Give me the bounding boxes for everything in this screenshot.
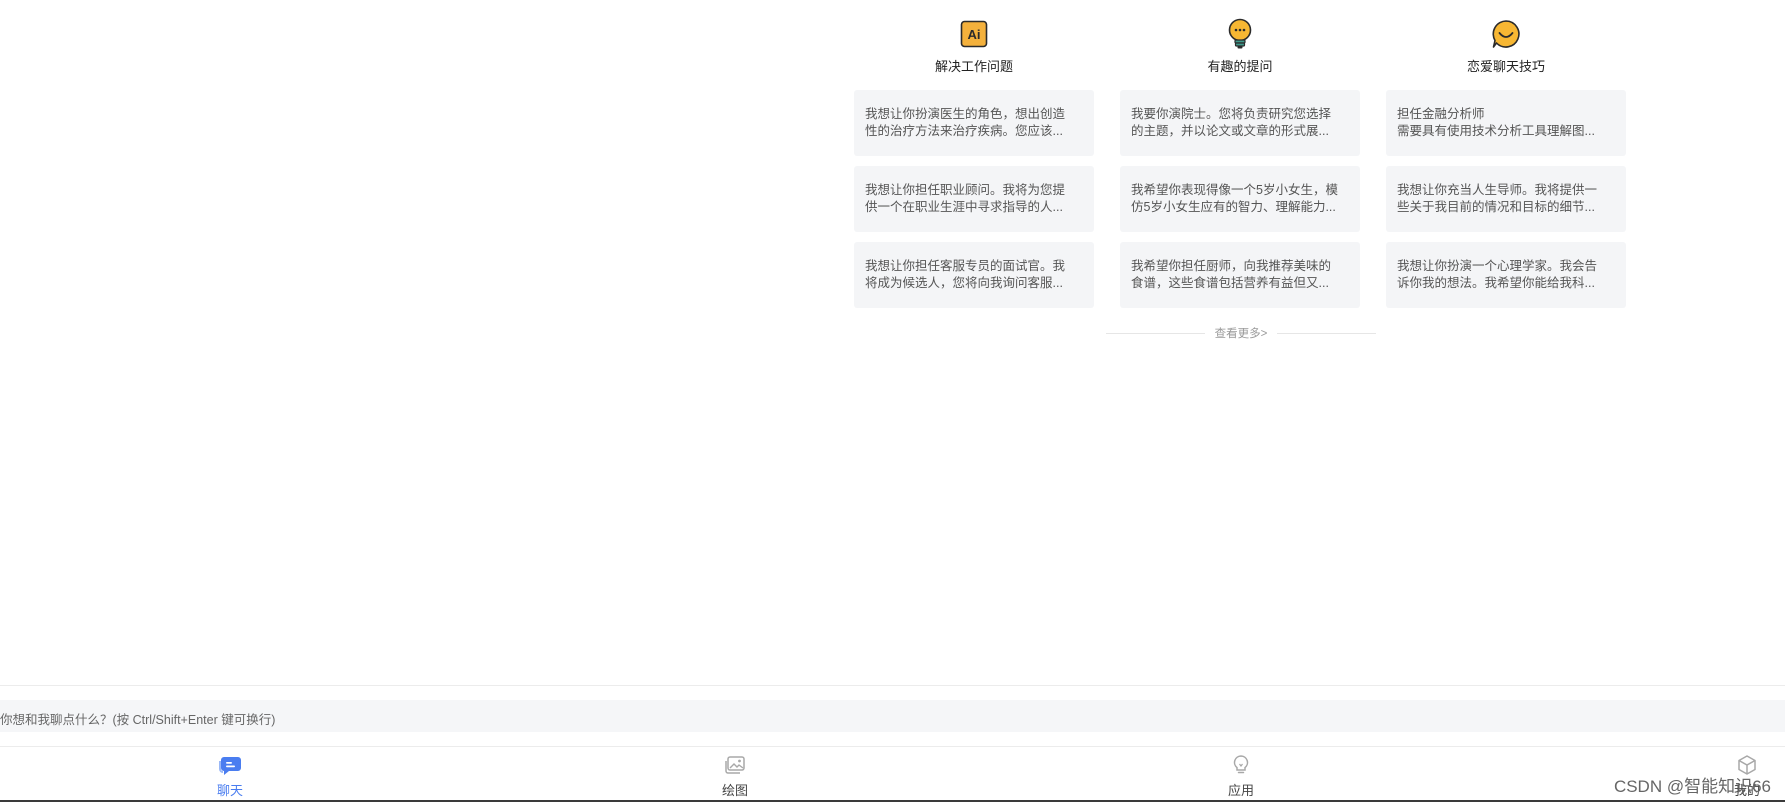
divider xyxy=(0,685,1785,686)
nav-label: 绘图 xyxy=(721,783,748,798)
divider xyxy=(1277,332,1376,334)
prompt-card[interactable]: 我希望你表现得像一个5岁小女生，模 仿5岁小女生应有的智力、理解能力... xyxy=(1120,166,1360,232)
watermark: CSDN @智能知识66 xyxy=(1613,777,1771,796)
prompt-card[interactable]: 我想让你担任职业顾问。我将为您提 供一个在职业生涯中寻求指导的人... xyxy=(854,166,1094,232)
chat-input-placeholder: 你想和我聊点什么？(按 Ctrl/Shift+Enter 键可换行) xyxy=(0,713,276,727)
prompt-column-fun: 有趣的提问 我要你演院士。您将负责研究您选择 的主题，并以论文或文章的形式展..… xyxy=(1120,18,1360,308)
nav-label: 应用 xyxy=(1227,783,1254,798)
nav-label: 聊天 xyxy=(216,783,243,798)
card-text-line-1: 我希望你担任厨师，向我推荐美味的 xyxy=(1131,259,1332,273)
prompt-column-romance: 恋爱聊天技巧 担任金融分析师 需要具有使用技术分析工具理解图... 我想让你充当… xyxy=(1386,18,1626,308)
column-title: 解决工作问题 xyxy=(934,59,1013,74)
prompt-card[interactable]: 我想让你扮演一个心理学家。我会告 诉你我的想法。我希望你能给我科... xyxy=(1386,242,1626,308)
nav-item-draw[interactable]: 绘图 xyxy=(695,748,775,800)
column-title: 有趣的提问 xyxy=(1207,59,1273,74)
card-text-line-2: 将成为候选人，您将向我询问客服... xyxy=(865,276,1063,290)
prompt-card[interactable]: 我希望你担任厨师，向我推荐美味的 食谱，这些食谱包括营养有益但又... xyxy=(1120,242,1360,308)
prompt-card[interactable]: 我想让你充当人生导师。我将提供一 些关于我目前的情况和目标的细节... xyxy=(1386,166,1626,232)
card-text-line-1: 担任金融分析师 xyxy=(1397,107,1485,121)
bottom-nav: 聊天 绘图 应用 我的 xyxy=(0,748,1785,800)
svg-text:Ai: Ai xyxy=(968,27,981,42)
ai-badge-icon: Ai xyxy=(958,18,990,50)
card-text-line-1: 我想让你担任客服专员的面试官。我 xyxy=(865,259,1066,273)
card-text-line-2: 需要具有使用技术分析工具理解图... xyxy=(1397,124,1595,138)
card-text-line-2: 些关于我目前的情况和目标的细节... xyxy=(1397,200,1595,214)
chat-bubble-icon xyxy=(217,752,243,778)
divider xyxy=(0,746,1785,747)
card-text-line-1: 我想让你充当人生导师。我将提供一 xyxy=(1397,183,1598,197)
card-text-line-1: 我想让你扮演一个心理学家。我会告 xyxy=(1397,259,1598,273)
prompt-card[interactable]: 我想让你扮演医生的角色，想出创造 性的治疗方法来治疗疾病。您应该... xyxy=(854,90,1094,156)
card-text-line-1: 我要你演院士。您将负责研究您选择 xyxy=(1131,107,1332,121)
card-text-line-1: 我想让你担任职业顾问。我将为您提 xyxy=(865,183,1066,197)
nav-item-chat[interactable]: 聊天 xyxy=(190,748,270,800)
prompt-column-work: Ai 解决工作问题 我想让你扮演医生的角色，想出创造 性的治疗方法来治疗疾病。您… xyxy=(854,18,1094,308)
chat-input[interactable]: 你想和我聊点什么？(按 Ctrl/Shift+Enter 键可换行) xyxy=(0,700,1785,732)
card-text-line-2: 仿5岁小女生应有的智力、理解能力... xyxy=(1131,200,1336,214)
prompt-card[interactable]: 我想让你担任客服专员的面试官。我 将成为候选人，您将向我询问客服... xyxy=(854,242,1094,308)
divider xyxy=(1106,332,1205,334)
card-text-line-2: 性的治疗方法来治疗疾病。您应该... xyxy=(865,124,1063,138)
lightbulb-outline-icon xyxy=(1228,752,1254,778)
card-text-line-2: 诉你我的想法。我希望你能给我科... xyxy=(1397,276,1595,290)
prompt-card[interactable]: 担任金融分析师 需要具有使用技术分析工具理解图... xyxy=(1386,90,1626,156)
card-text-line-1: 我想让你扮演医生的角色，想出创造 xyxy=(865,107,1066,121)
column-header: 恋爱聊天技巧 xyxy=(1386,18,1626,80)
see-more-row: 查看更多> xyxy=(1106,325,1376,341)
smile-chat-icon xyxy=(1490,18,1522,50)
see-more-link[interactable]: 查看更多> xyxy=(1215,325,1268,341)
lightbulb-icon xyxy=(1224,18,1256,50)
app-window: Ai 解决工作问题 我想让你扮演医生的角色，想出创造 性的治疗方法来治疗疾病。您… xyxy=(0,0,1785,802)
card-text-line-1: 我希望你表现得像一个5岁小女生，模 xyxy=(1131,183,1338,197)
card-text-line-2: 食谱，这些食谱包括营养有益但又... xyxy=(1131,276,1329,290)
nav-item-apps[interactable]: 应用 xyxy=(1201,748,1281,800)
column-header: 有趣的提问 xyxy=(1120,18,1360,80)
card-text-line-2: 供一个在职业生涯中寻求指导的人... xyxy=(865,200,1063,214)
card-text-line-2: 的主题，并以论文或文章的形式展... xyxy=(1131,124,1329,138)
column-title: 恋爱聊天技巧 xyxy=(1466,59,1545,74)
prompt-card[interactable]: 我要你演院士。您将负责研究您选择 的主题，并以论文或文章的形式展... xyxy=(1120,90,1360,156)
image-icon xyxy=(722,752,748,778)
column-header: Ai 解决工作问题 xyxy=(854,18,1094,80)
